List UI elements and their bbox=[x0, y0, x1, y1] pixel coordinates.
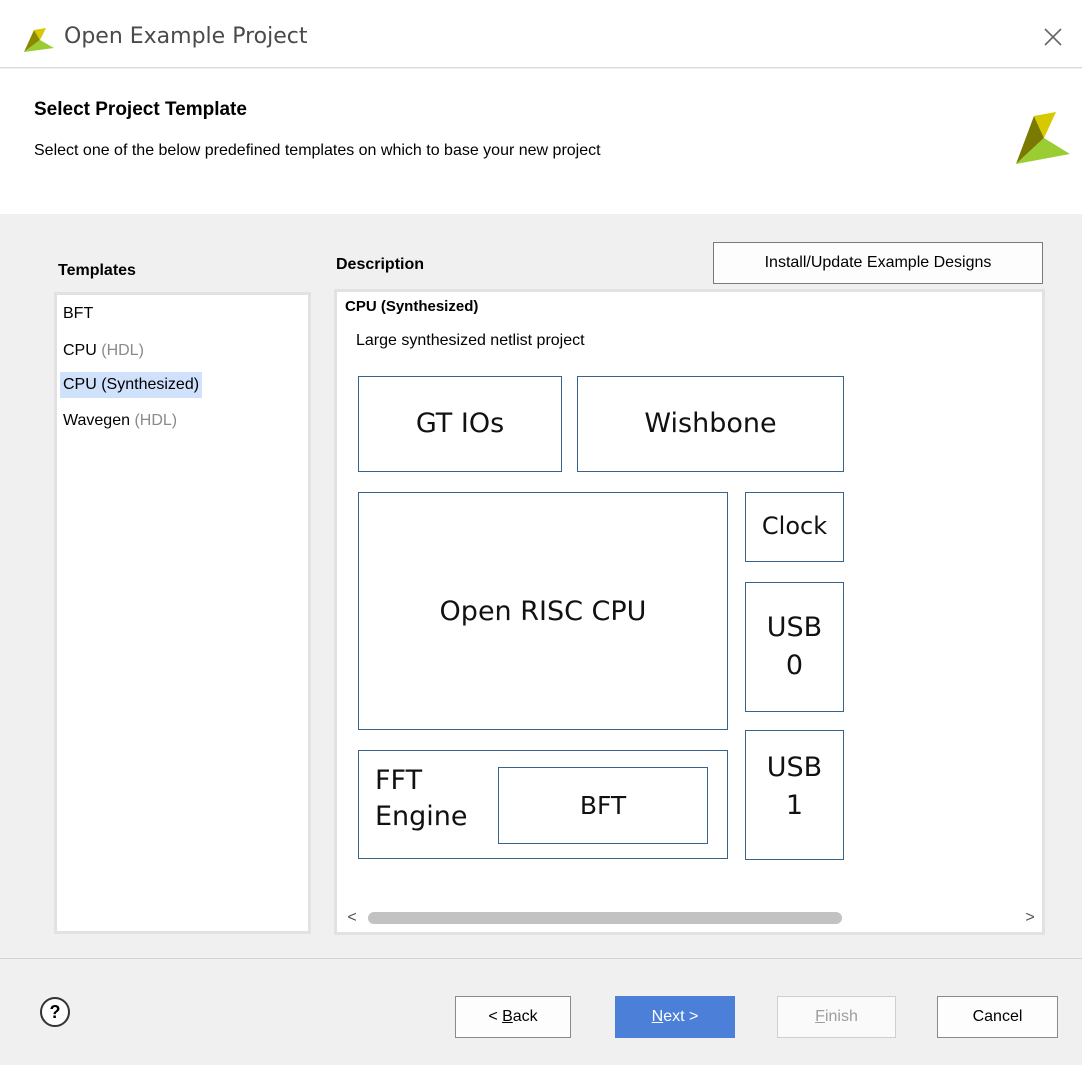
block-wishbone: Wishbone bbox=[577, 376, 844, 472]
block-label: Open RISC CPU bbox=[439, 596, 647, 627]
next-button[interactable]: Next > bbox=[615, 996, 735, 1038]
help-button[interactable]: ? bbox=[40, 997, 70, 1027]
button-label-prefix: < bbox=[488, 1008, 503, 1025]
template-item-cpu-hdl[interactable]: CPU (HDL) bbox=[60, 338, 147, 364]
block-label: BFT bbox=[579, 791, 627, 820]
description-title: CPU (Synthesized) bbox=[345, 298, 479, 315]
block-bft: BFT bbox=[498, 767, 708, 844]
block-label-line2: 0 bbox=[785, 650, 804, 681]
template-item-bft[interactable]: BFT bbox=[60, 301, 96, 327]
back-button[interactable]: < Back bbox=[455, 996, 571, 1038]
block-clock: Clock bbox=[745, 492, 844, 562]
block-fft-engine: FFT Engine BFT bbox=[358, 750, 728, 859]
window-title: Open Example Project bbox=[64, 24, 308, 49]
template-item-label: CPU (Synthesized) bbox=[63, 376, 200, 393]
scroll-left-button[interactable]: < bbox=[342, 908, 362, 928]
install-update-examples-button[interactable]: Install/Update Example Designs bbox=[713, 242, 1043, 284]
template-item-wavegen-hdl[interactable]: Wavegen (HDL) bbox=[60, 408, 180, 434]
template-item-suffix: (HDL) bbox=[101, 342, 144, 359]
description-text: Large synthesized netlist project bbox=[356, 332, 585, 349]
description-label: Description bbox=[336, 256, 425, 273]
cancel-button[interactable]: Cancel bbox=[937, 996, 1058, 1038]
block-usb1: USB 1 bbox=[745, 730, 844, 860]
block-open-risc-cpu: Open RISC CPU bbox=[358, 492, 728, 730]
block-label-line1: FFT bbox=[375, 765, 423, 796]
template-item-cpu-synthesized[interactable]: CPU (Synthesized) bbox=[60, 372, 203, 398]
button-label-rest: ack bbox=[512, 1008, 538, 1025]
block-label: Clock bbox=[761, 512, 828, 541]
page-subtitle: Select one of the below predefined templ… bbox=[34, 142, 601, 159]
button-mnemonic: F bbox=[815, 1008, 825, 1025]
page-title: Select Project Template bbox=[34, 99, 247, 120]
brand-logo-icon bbox=[1016, 112, 1070, 164]
button-mnemonic: B bbox=[502, 1008, 513, 1025]
templates-label: Templates bbox=[58, 262, 136, 279]
button-label-rest: inish bbox=[824, 1008, 858, 1025]
template-item-label: CPU bbox=[63, 342, 97, 359]
block-gt-ios: GT IOs bbox=[358, 376, 562, 472]
block-label-line2: Engine bbox=[375, 801, 468, 833]
block-label: Wishbone bbox=[644, 408, 777, 440]
close-icon[interactable] bbox=[1036, 20, 1070, 54]
block-usb0: USB 0 bbox=[745, 582, 844, 712]
button-label-rest: ext > bbox=[663, 1008, 699, 1025]
scrollbar-thumb[interactable] bbox=[368, 912, 842, 924]
block-label-line1: USB bbox=[766, 612, 823, 644]
vivado-logo-icon bbox=[24, 28, 54, 52]
footer-divider bbox=[0, 958, 1082, 959]
template-item-suffix: (HDL) bbox=[134, 412, 178, 429]
template-item-label: BFT bbox=[63, 305, 94, 322]
block-label-line1: USB bbox=[766, 752, 823, 783]
block-label-line2: 1 bbox=[785, 789, 804, 821]
finish-button[interactable]: Finish bbox=[777, 996, 896, 1038]
block-label: GT IOs bbox=[415, 408, 505, 440]
scroll-right-button[interactable]: > bbox=[1020, 908, 1040, 928]
button-mnemonic: N bbox=[651, 1008, 664, 1025]
template-item-label: Wavegen bbox=[63, 412, 130, 429]
template-list: BFT CPU (HDL) CPU (Synthesized) Wavegen … bbox=[54, 292, 311, 934]
